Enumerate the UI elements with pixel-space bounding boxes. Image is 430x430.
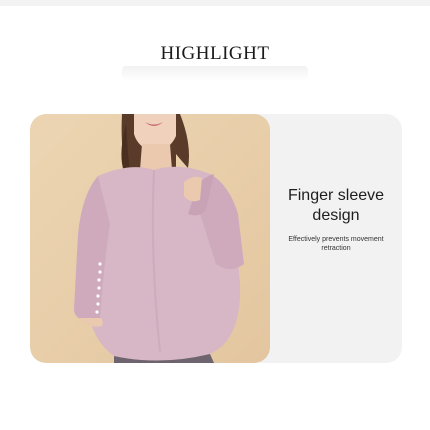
feature-title-line2: design [312,207,360,224]
product-photo [30,114,270,363]
title-reflection [122,66,308,80]
feature-panel: Finger sleeve design Effectively prevent… [270,114,402,363]
page-title: HIGHLIGHT [160,43,270,64]
top-divider-strip [0,0,430,6]
feature-title-line1: Finger sleeve [287,187,385,204]
feature-description: Effectively prevents movement retraction [288,236,384,252]
feature-title: Finger sleeve design [270,186,402,226]
highlight-card: Finger sleeve design Effectively prevent… [30,114,402,363]
model-illustration [74,114,244,363]
